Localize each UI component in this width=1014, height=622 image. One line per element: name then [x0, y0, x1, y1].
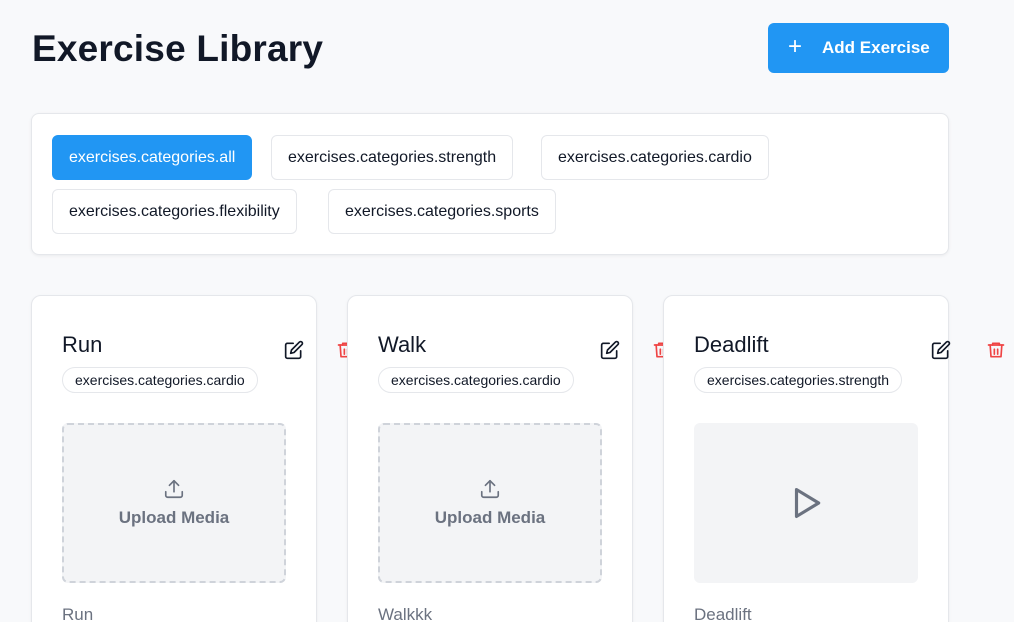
exercise-category-tag: exercises.categories.cardio — [62, 367, 258, 393]
upload-media-dropzone[interactable]: Upload Media — [62, 423, 286, 583]
exercise-description: Run — [62, 605, 94, 622]
page-title: Exercise Library — [32, 28, 324, 69]
upload-icon — [164, 479, 184, 499]
upload-media-dropzone[interactable]: Upload Media — [378, 423, 602, 583]
edit-icon[interactable] — [931, 340, 951, 360]
filter-chip-strength[interactable]: exercises.categories.strength — [271, 135, 514, 180]
exercise-description: Walkkk — [378, 605, 433, 622]
exercise-category-tag: exercises.categories.cardio — [378, 367, 574, 393]
exercise-category-tag: exercises.categories.strength — [694, 367, 903, 393]
edit-icon[interactable] — [600, 340, 620, 360]
trash-icon[interactable] — [986, 340, 1006, 360]
add-exercise-label: Add Exercise — [822, 38, 930, 57]
exercise-description: Deadlift — [694, 605, 752, 622]
filter-chip-flexibility[interactable]: exercises.categories.flexibility — [52, 189, 297, 234]
filter-chip-sports[interactable]: exercises.categories.sports — [328, 189, 556, 234]
edit-icon[interactable] — [284, 340, 304, 360]
upload-icon — [480, 479, 500, 499]
exercise-name: Run — [62, 332, 103, 357]
upload-media-label: Upload Media — [434, 508, 546, 527]
exercise-name: Walk — [378, 332, 427, 357]
filter-chip-all[interactable]: exercises.categories.all — [52, 135, 253, 180]
filter-chip-cardio[interactable]: exercises.categories.cardio — [541, 135, 769, 180]
upload-media-label: Upload Media — [118, 508, 230, 527]
plus-icon: + — [788, 32, 803, 60]
exercise-name: Deadlift — [694, 332, 769, 357]
play-icon — [794, 487, 821, 519]
exercise-video-preview[interactable] — [694, 423, 918, 583]
add-exercise-button[interactable]: + Add Exercise — [768, 23, 949, 73]
exercise-library-page: Exercise Library + Add Exercise exercise… — [0, 0, 1014, 622]
